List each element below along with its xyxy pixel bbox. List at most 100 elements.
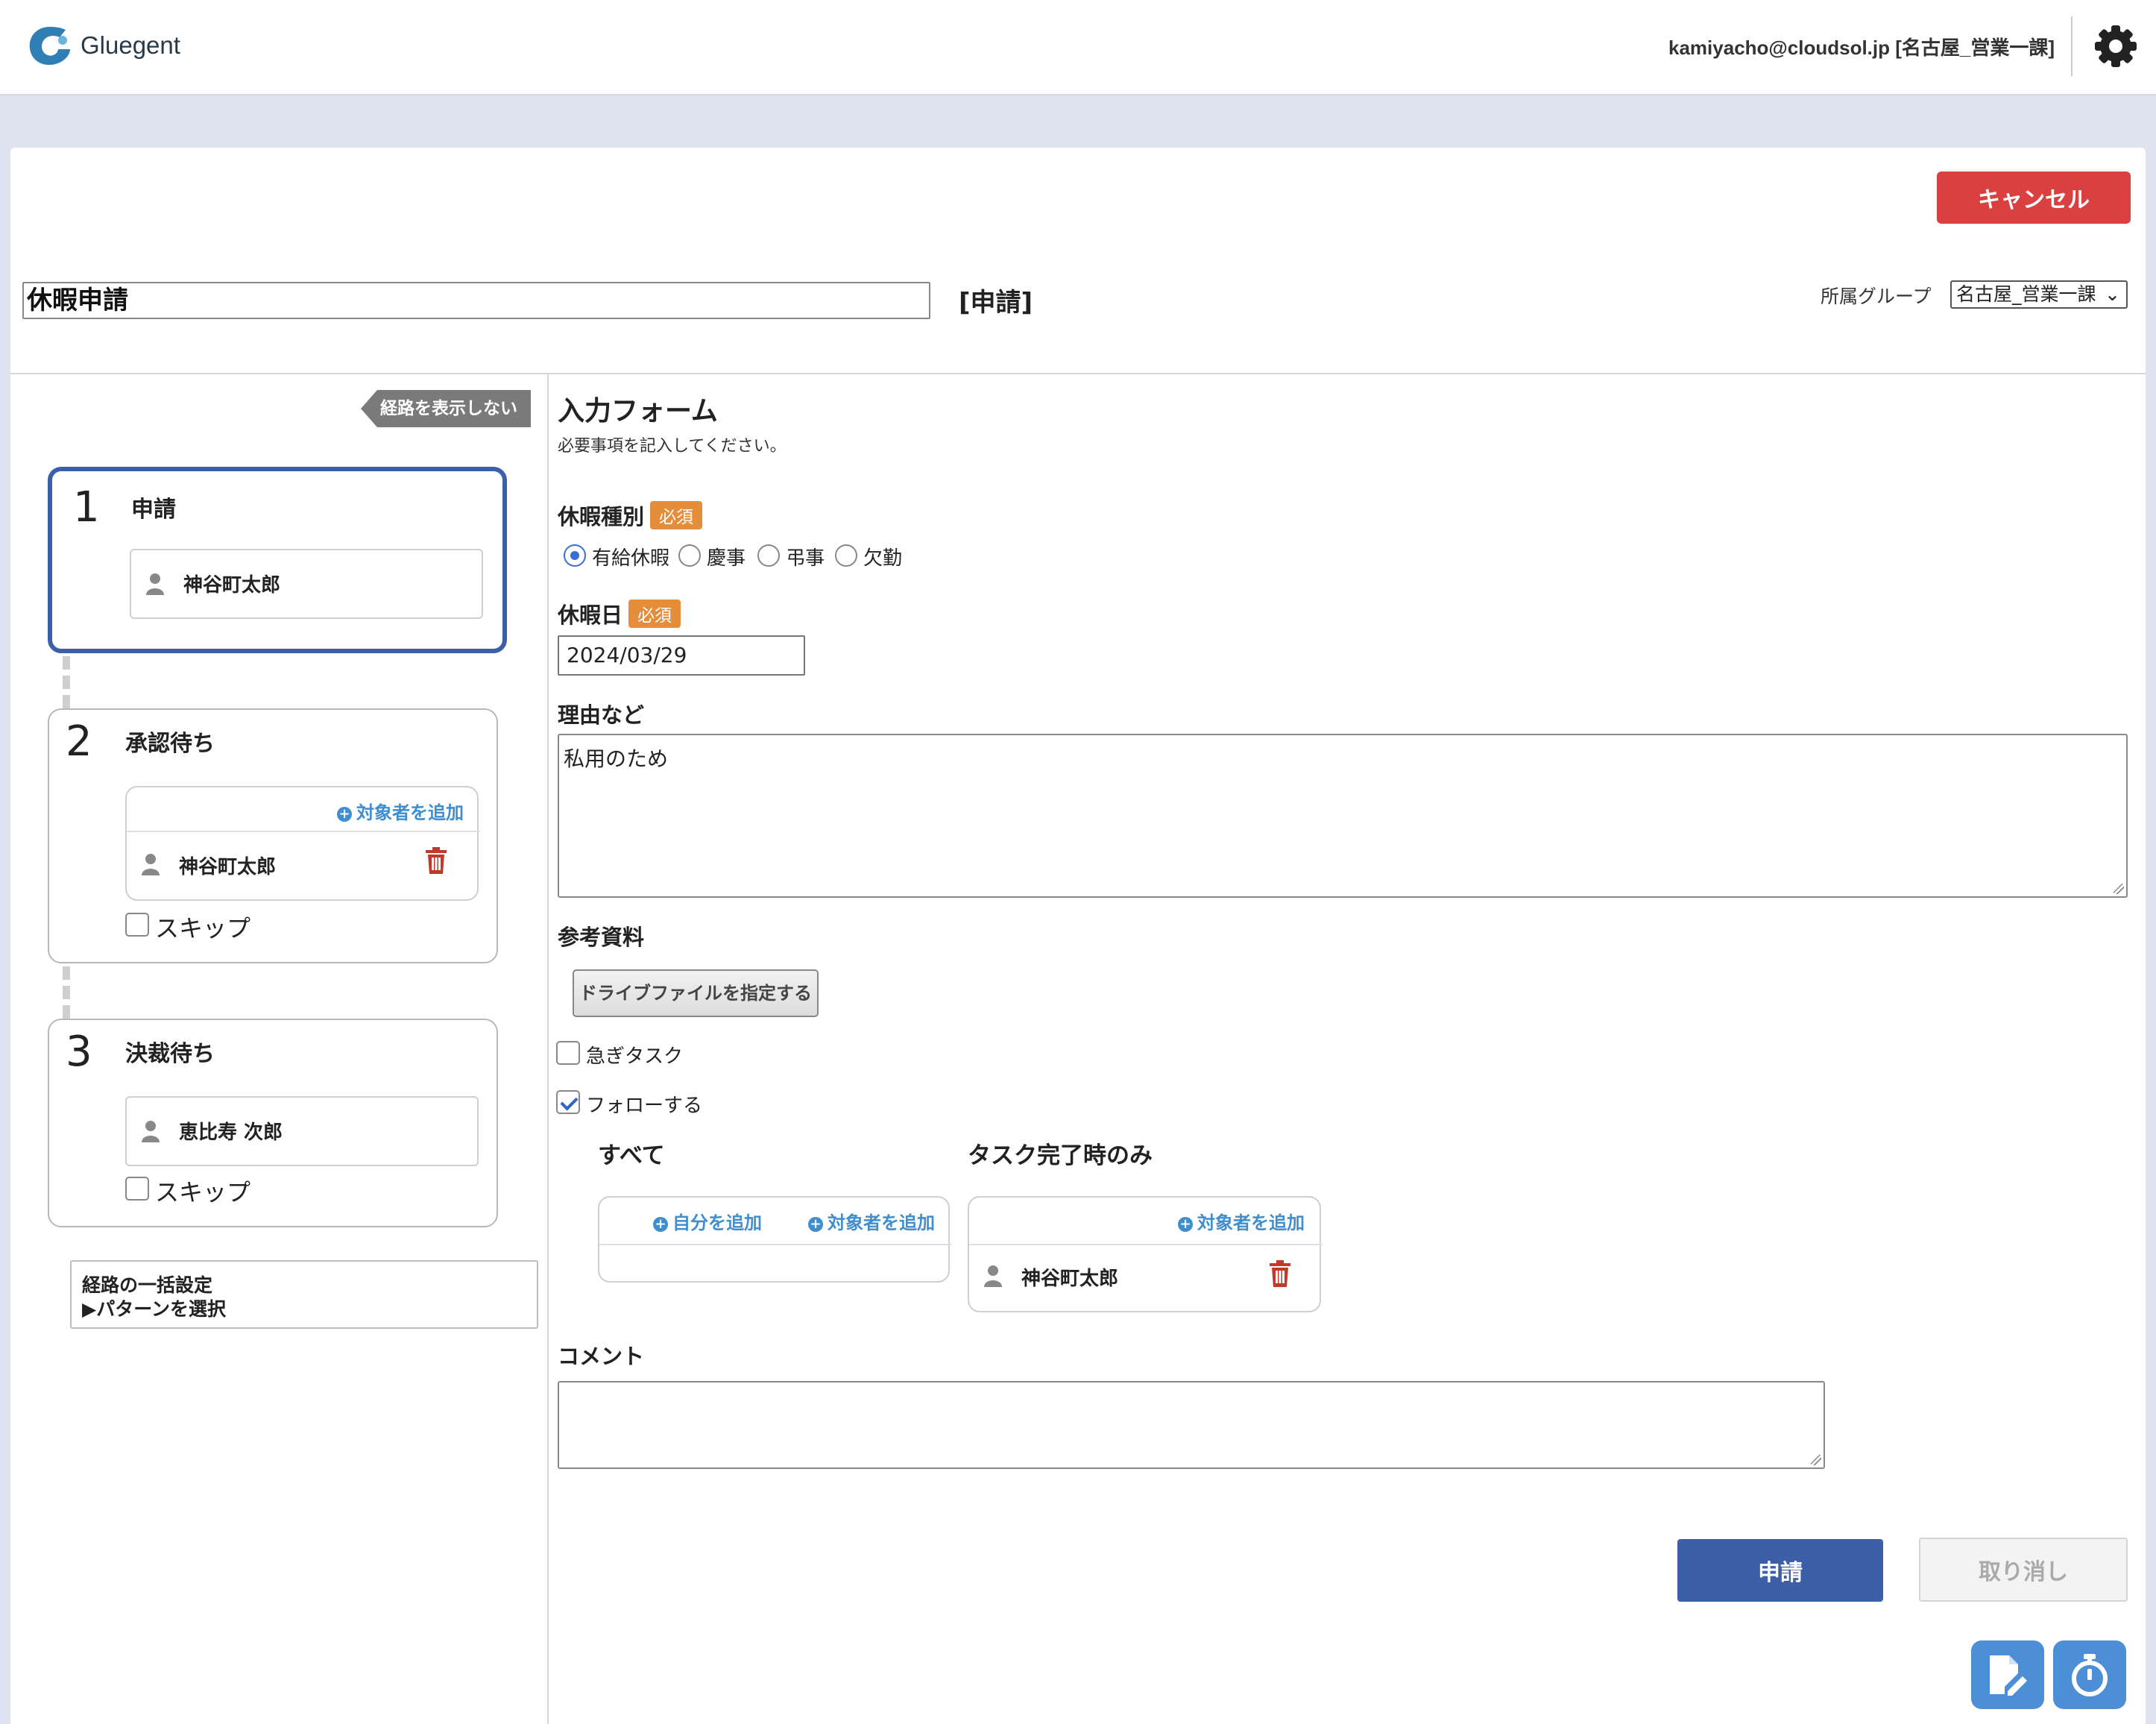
user-icon xyxy=(146,573,164,595)
header-divider xyxy=(2071,16,2073,76)
edit-document-button[interactable] xyxy=(1971,1640,2044,1709)
form-description: 必要事項を記入してください。 xyxy=(558,437,787,456)
divider xyxy=(10,373,2146,374)
step-title: 申請 xyxy=(131,497,176,523)
leave-date-label: 休暇日 必須 xyxy=(558,598,681,629)
user-icon xyxy=(142,854,160,875)
route-toggle-button[interactable]: 経路を表示しない xyxy=(361,390,531,427)
follow-user-name: 神谷町太郎 xyxy=(1021,1268,1119,1290)
leave-date-label-text: 休暇日 xyxy=(558,603,623,628)
radio-label: 慶事 xyxy=(707,547,746,570)
pattern-select-link[interactable]: ▶パターンを選択 xyxy=(82,1297,537,1321)
user-icon xyxy=(142,1121,160,1142)
trash-icon[interactable] xyxy=(425,847,447,874)
radio-condolence[interactable] xyxy=(757,544,780,567)
follow-checkbox[interactable] xyxy=(556,1090,580,1114)
reason-label: 理由など xyxy=(558,702,645,728)
add-target-label: 対象者を追加 xyxy=(1197,1212,1305,1233)
add-target-link[interactable]: + 対象者を追加 xyxy=(1178,1208,1305,1234)
edit-document-icon xyxy=(1990,1655,2027,1696)
user-box-separator xyxy=(127,831,480,832)
user-info: kamiyacho@cloudsol.jp [名古屋_営業一課] xyxy=(1668,37,2055,59)
skip-label: スキップ xyxy=(155,1178,251,1207)
step-user-box: + 対象者を追加 神谷町太郎 xyxy=(125,786,480,901)
add-target-label: 対象者を追加 xyxy=(828,1212,935,1233)
route-connector xyxy=(63,656,70,708)
user-icon xyxy=(984,1265,1002,1287)
required-badge: 必須 xyxy=(650,501,703,529)
group-label: 所属グループ xyxy=(1821,286,1932,307)
follow-complete-box: + 対象者を追加 神谷町太郎 xyxy=(968,1196,1323,1312)
step-user-name: 神谷町太郎 xyxy=(183,574,281,597)
follow-complete-title: タスク完了時のみ xyxy=(968,1142,1153,1169)
step-number: 1 xyxy=(73,483,100,532)
radio-absence[interactable] xyxy=(835,544,857,567)
logo-text: Gluegent xyxy=(81,31,180,59)
resize-handle[interactable] xyxy=(2114,884,2124,894)
radio-celebration[interactable] xyxy=(678,544,701,567)
group-select[interactable]: 名古屋_営業一課 ⌄ xyxy=(1950,280,2128,309)
skip-checkbox[interactable] xyxy=(125,1177,149,1201)
follow-label: フォローする xyxy=(586,1095,703,1117)
step-number: 2 xyxy=(66,717,92,766)
leave-date-input[interactable]: 2024/03/29 xyxy=(558,635,805,676)
pattern-title: 経路の一括設定 xyxy=(82,1274,213,1296)
route-connector xyxy=(63,966,70,1019)
leave-type-label: 休暇種別 必須 xyxy=(558,500,703,531)
plus-circle-icon: + xyxy=(337,807,352,822)
route-pattern-box[interactable]: 経路の一括設定 ▶パターンを選択 xyxy=(70,1260,538,1329)
cancel-button[interactable]: キャンセル xyxy=(1937,172,2131,224)
title-input[interactable]: 休暇申請 xyxy=(22,282,930,319)
attachments-label: 参考資料 xyxy=(558,925,645,950)
vertical-divider xyxy=(547,374,549,1724)
required-badge: 必須 xyxy=(628,600,681,628)
plus-circle-icon: + xyxy=(808,1217,823,1232)
stopwatch-icon xyxy=(2072,1654,2108,1696)
radio-paid-leave[interactable] xyxy=(564,544,586,567)
step-user-box: 神谷町太郎 xyxy=(130,549,483,619)
add-self-label: 自分を追加 xyxy=(672,1212,762,1233)
add-target-link[interactable]: + 対象者を追加 xyxy=(808,1208,935,1234)
skip-checkbox[interactable] xyxy=(125,913,149,937)
add-target-link[interactable]: + 対象者を追加 xyxy=(337,798,464,824)
reason-text: 私用のため xyxy=(564,746,669,771)
submit-button[interactable]: 申請 xyxy=(1677,1539,1883,1602)
urgent-checkbox[interactable] xyxy=(556,1041,580,1065)
step-number: 3 xyxy=(66,1028,92,1076)
route-step-2: 2 承認待ち + 対象者を追加 神谷町太郎 スキップ xyxy=(48,708,498,963)
follow-box-separator xyxy=(969,1244,1323,1245)
gear-icon[interactable] xyxy=(2093,24,2138,69)
timer-button[interactable] xyxy=(2053,1640,2126,1709)
step-user-name: 神谷町太郎 xyxy=(179,856,277,878)
group-select-value: 名古屋_営業一課 xyxy=(1956,283,2096,305)
step-user-name: 恵比寿 次郎 xyxy=(179,1121,283,1144)
skip-label: スキップ xyxy=(155,914,251,943)
select-drive-file-button[interactable]: ドライブファイルを指定する xyxy=(573,969,819,1017)
add-self-link[interactable]: + 自分を追加 xyxy=(653,1208,762,1234)
follow-box-separator xyxy=(599,1244,951,1245)
radio-label: 弔事 xyxy=(786,547,825,570)
follow-all-title: すべて xyxy=(598,1142,665,1169)
urgent-label: 急ぎタスク xyxy=(586,1045,684,1068)
add-target-label: 対象者を追加 xyxy=(356,802,464,823)
chevron-down-icon: ⌄ xyxy=(2105,283,2120,305)
step-title: 承認待ち xyxy=(125,731,215,757)
step-title: 決裁待ち xyxy=(125,1041,215,1067)
leave-type-label-text: 休暇種別 xyxy=(558,504,645,529)
form-title: 入力フォーム xyxy=(558,396,718,427)
withdraw-button[interactable]: 取り消し xyxy=(1919,1538,2128,1602)
comment-label: コメント xyxy=(558,1344,645,1369)
route-step-3: 3 決裁待ち 恵比寿 次郎 スキップ xyxy=(48,1019,498,1227)
radio-label: 有給休暇 xyxy=(592,547,670,570)
route-step-1: 1 申請 神谷町太郎 xyxy=(48,467,507,653)
resize-handle[interactable] xyxy=(1811,1455,1821,1465)
mode-label: [申請] xyxy=(959,288,1033,318)
trash-icon[interactable] xyxy=(1269,1260,1291,1287)
reason-textarea[interactable]: 私用のため xyxy=(558,734,2128,898)
comment-textarea[interactable] xyxy=(558,1381,1825,1469)
plus-circle-icon: + xyxy=(653,1217,668,1232)
radio-label: 欠勤 xyxy=(863,547,903,570)
step-user-box: 恵比寿 次郎 xyxy=(125,1096,479,1166)
follow-all-box: + 自分を追加 + 対象者を追加 xyxy=(598,1196,951,1283)
plus-circle-icon: + xyxy=(1178,1217,1193,1232)
